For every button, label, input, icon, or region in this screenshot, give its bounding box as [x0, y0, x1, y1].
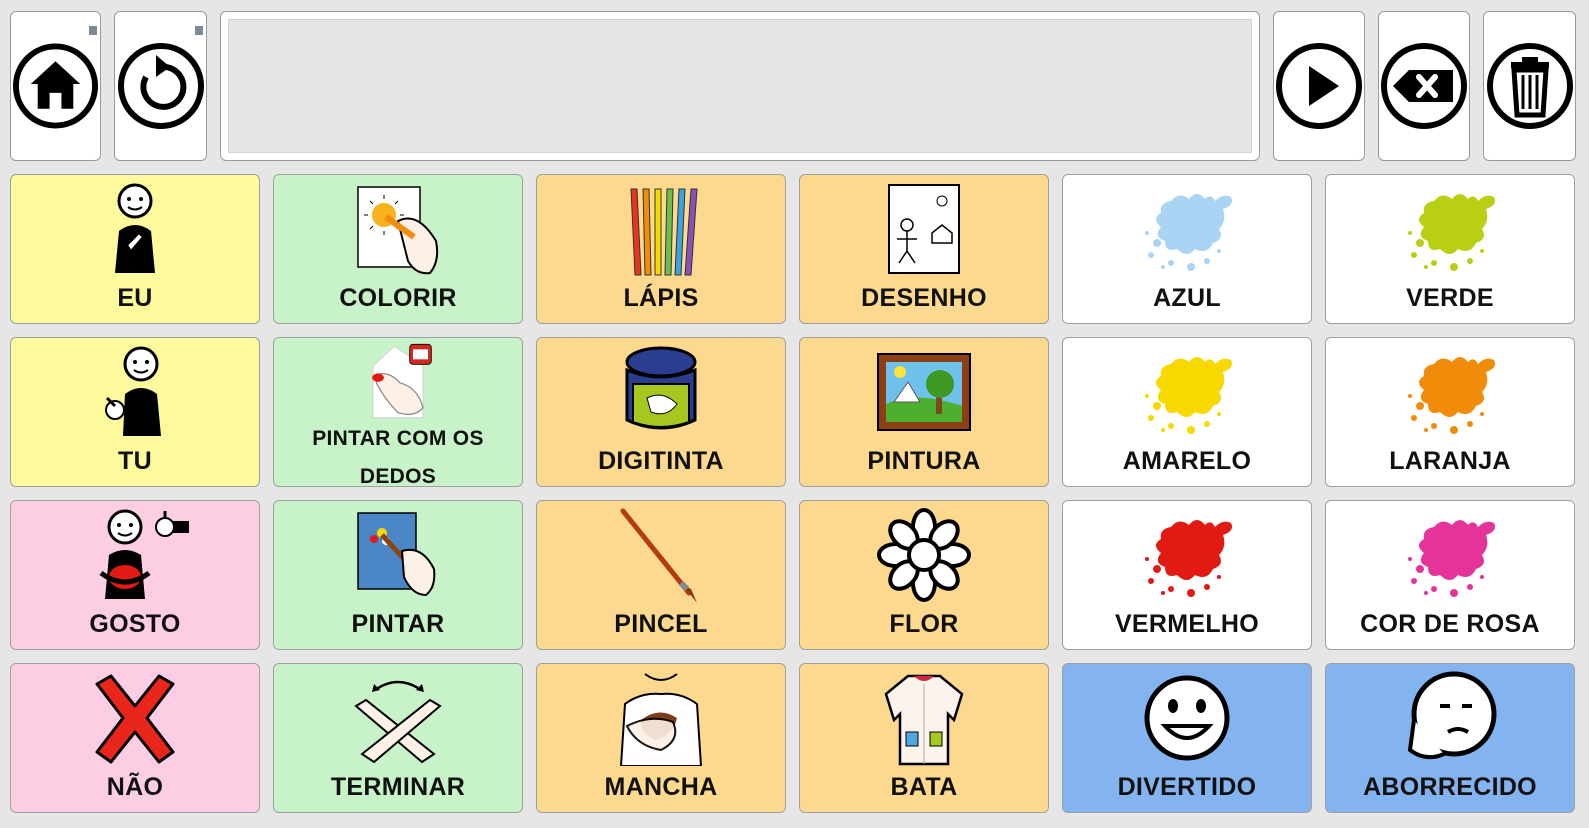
cell-label: PINTAR	[351, 610, 445, 639]
cell-divertido[interactable]: DIVERTIDO	[1062, 663, 1312, 813]
cell-verde[interactable]: VERDE	[1325, 174, 1575, 324]
painting-frame-icon	[877, 353, 971, 431]
cell-digitinta[interactable]: DIGITINTA	[536, 337, 786, 487]
cell-label: EU	[117, 284, 153, 313]
cell-azul[interactable]: AZUL	[1062, 174, 1312, 324]
paint-brush-hand-icon	[357, 512, 436, 597]
cell-label: TERMINAR	[330, 773, 466, 802]
drawing-icon	[888, 184, 960, 274]
paint-splash-blue-icon	[1145, 194, 1232, 271]
cell-label: GOSTO	[89, 610, 181, 639]
cell-label: DIGITINTA	[598, 447, 724, 476]
cell-label: LÁPIS	[623, 284, 699, 313]
cell-nao[interactable]: NÃO	[10, 663, 260, 813]
cell-lapis[interactable]: LÁPIS	[536, 174, 786, 324]
finger-paint-icon	[372, 343, 432, 419]
sentence-bar[interactable]	[220, 11, 1260, 161]
smock-icon	[884, 674, 964, 766]
cell-pintar-com-os-dedos[interactable]: PINTAR COM OS DEDOS	[273, 337, 523, 487]
cell-gosto[interactable]: GOSTO	[10, 500, 260, 650]
crossed-arms-icon	[354, 680, 442, 764]
home-icon	[12, 43, 99, 129]
speak-button[interactable]	[1273, 11, 1365, 161]
paint-splash-pink-icon	[1408, 520, 1495, 597]
paint-splash-orange-icon	[1408, 357, 1495, 434]
home-button[interactable]	[10, 11, 101, 161]
person-me-icon	[115, 183, 155, 273]
cell-amarelo[interactable]: AMARELO	[1062, 337, 1312, 487]
cell-label: BATA	[890, 773, 958, 802]
happy-face-icon	[1144, 675, 1230, 761]
cell-colorir[interactable]: COLORIR	[273, 174, 523, 324]
cell-cor-de-rosa[interactable]: COR DE ROSA	[1325, 500, 1575, 650]
backspace-icon	[1381, 43, 1467, 129]
cell-label: PINTURA	[867, 447, 981, 476]
cell-label: MANCHA	[604, 773, 718, 802]
symbol-grid: EU COLORIR LÁPIS DESENHO AZUL VERDE TU P…	[10, 174, 1575, 813]
cell-label: VERMELHO	[1114, 610, 1260, 639]
trash-icon	[1486, 43, 1573, 129]
cell-label: DIVERTIDO	[1117, 773, 1257, 802]
cell-pintura[interactable]: PINTURA	[799, 337, 1049, 487]
cell-bata[interactable]: BATA	[799, 663, 1049, 813]
cell-desenho[interactable]: DESENHO	[799, 174, 1049, 324]
cell-pintar[interactable]: PINTAR	[273, 500, 523, 650]
cell-label: TU	[118, 447, 152, 476]
cell-laranja[interactable]: LARANJA	[1325, 337, 1575, 487]
cell-label: NÃO	[106, 773, 164, 802]
folder-indicator-icon	[89, 26, 97, 35]
cell-vermelho[interactable]: VERMELHO	[1062, 500, 1312, 650]
cell-label: FLOR	[889, 610, 959, 639]
coloring-icon	[357, 186, 439, 275]
cell-aborrecido[interactable]: ABORRECIDO	[1325, 663, 1575, 813]
cell-label: AMARELO	[1122, 447, 1252, 476]
paint-splash-green-icon	[1408, 194, 1495, 271]
person-like-icon	[99, 509, 189, 599]
cell-label: VERDE	[1406, 284, 1494, 313]
back-button[interactable]	[114, 11, 207, 161]
cross-icon	[95, 674, 175, 764]
paint-jar-icon	[625, 346, 697, 430]
play-icon	[1276, 43, 1362, 129]
bored-face-icon	[1407, 671, 1497, 760]
backspace-button[interactable]	[1378, 11, 1470, 161]
cell-terminar[interactable]: TERMINAR	[273, 663, 523, 813]
brush-icon	[620, 508, 697, 603]
cell-label: PINCEL	[614, 610, 708, 639]
cell-label: DESENHO	[861, 284, 987, 313]
person-you-icon	[105, 346, 161, 436]
stain-shirt-icon	[619, 673, 703, 766]
cell-mancha[interactable]: MANCHA	[536, 663, 786, 813]
pencils-icon	[630, 188, 698, 276]
clear-button[interactable]	[1483, 11, 1576, 161]
cell-label: COLORIR	[339, 284, 457, 313]
cell-label: LARANJA	[1389, 447, 1511, 476]
undo-icon	[117, 43, 204, 129]
cell-label: ABORRECIDO	[1363, 773, 1537, 802]
cell-pincel[interactable]: PINCEL	[536, 500, 786, 650]
cell-label: PINTAR COM OS DEDOS	[312, 427, 484, 487]
cell-flor[interactable]: FLOR	[799, 500, 1049, 650]
flower-icon	[877, 508, 971, 602]
cell-label: AZUL	[1153, 284, 1221, 313]
paint-splash-yellow-icon	[1145, 357, 1232, 434]
sentence-text	[228, 19, 1252, 153]
cell-tu[interactable]: TU	[10, 337, 260, 487]
paint-splash-red-icon	[1145, 520, 1232, 597]
folder-indicator-icon	[195, 26, 203, 35]
cell-eu[interactable]: EU	[10, 174, 260, 324]
cell-label: COR DE ROSA	[1360, 610, 1540, 639]
